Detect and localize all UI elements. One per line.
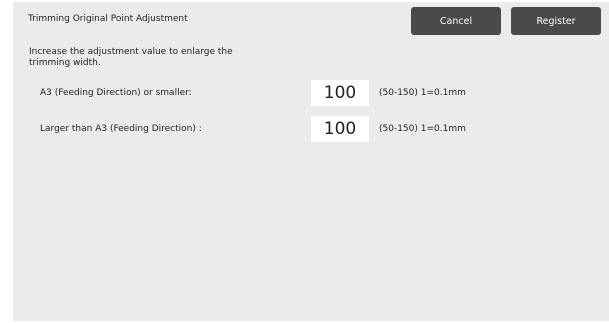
larger-than-a3-value-field[interactable]: 100: [311, 116, 369, 142]
a3-or-smaller-value-field[interactable]: 100: [311, 80, 369, 106]
setting-label-a3-or-smaller: A3 (Feeding Direction) or smaller:: [40, 88, 192, 98]
settings-screen: Trimming Original Point Adjustment Cance…: [13, 2, 609, 321]
page-title: Trimming Original Point Adjustment: [28, 14, 188, 24]
register-button[interactable]: Register: [511, 7, 601, 35]
header-bar: Trimming Original Point Adjustment Cance…: [13, 2, 609, 39]
setting-row-a3-or-smaller: A3 (Feeding Direction) or smaller: 100 (…: [13, 80, 609, 106]
a3-or-smaller-range-text: (50-150) 1=0.1mm: [379, 88, 466, 98]
larger-than-a3-range-text: (50-150) 1=0.1mm: [379, 124, 466, 134]
cancel-button[interactable]: Cancel: [411, 7, 501, 35]
setting-row-larger-than-a3: Larger than A3 (Feeding Direction) : 100…: [13, 116, 609, 142]
setting-label-larger-than-a3: Larger than A3 (Feeding Direction) :: [40, 124, 202, 134]
instruction-text: Increase the adjustment value to enlarge…: [29, 47, 233, 68]
